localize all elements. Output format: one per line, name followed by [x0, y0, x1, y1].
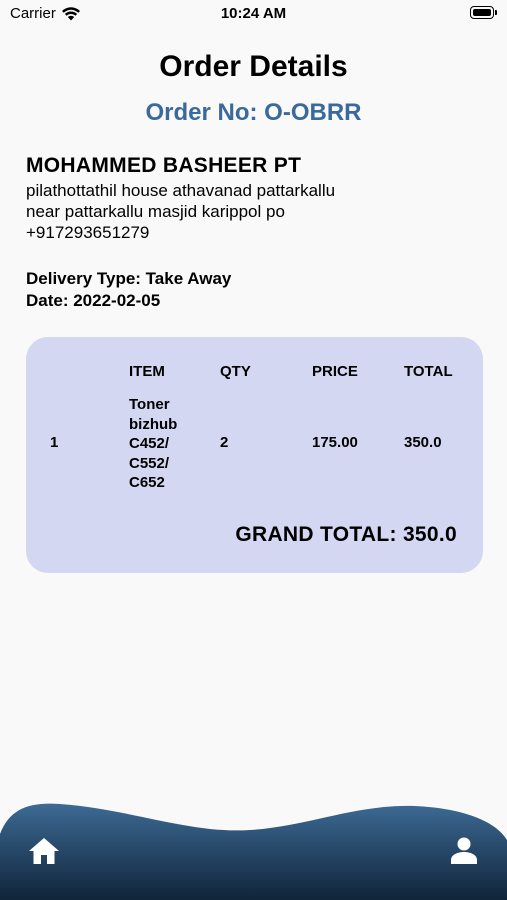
order-date: Date: 2022-02-05 [26, 291, 161, 310]
row-index: 1 [50, 434, 59, 451]
clock: 10:24 AM [220, 5, 287, 22]
battery-icon [470, 6, 494, 19]
customer-name: MOHAMMED BASHEER PT [26, 154, 302, 177]
column-header-qty: QTY [220, 363, 251, 380]
order-items-card: ITEM QTY PRICE TOTAL 1 Toner bizhub C452… [26, 337, 483, 573]
item-name-line: Toner [129, 396, 170, 413]
item-price: 175.00 [312, 434, 358, 451]
item-name-line: bizhub [129, 415, 178, 433]
delivery-type: Delivery Type: Take Away [26, 269, 232, 288]
order-number: Order No: O-OBRR [145, 99, 362, 126]
grand-total: GRAND TOTAL: 350.0 [235, 523, 457, 546]
item-name: Toner bizhub C452/ C552/ C652 [129, 395, 199, 493]
customer-address: pilathottathil house athavanad pattarkal… [26, 180, 426, 243]
item-total: 350.0 [404, 434, 442, 451]
column-header-price: PRICE [312, 363, 358, 380]
status-bar: Carrier 10:24 AM [0, 0, 507, 28]
column-header-item: ITEM [129, 363, 165, 380]
home-icon[interactable] [27, 835, 61, 867]
item-name-line: C652 [129, 474, 165, 491]
nav-wave-background [0, 803, 507, 900]
battery-nub [495, 10, 497, 15]
item-name-line: C452/ [129, 435, 170, 452]
address-line-2: near pattarkallu masjid karippol po [26, 202, 285, 221]
address-line-1: pilathottathil house athavanad pattarkal… [26, 181, 336, 200]
bottom-navigation [0, 800, 507, 900]
page-title: Order Details [159, 50, 348, 83]
person-icon[interactable] [448, 835, 480, 867]
column-header-total: TOTAL [404, 363, 453, 380]
item-qty: 2 [220, 434, 229, 451]
customer-phone: +917293651279 [26, 223, 150, 242]
item-name-line: C552/ [129, 454, 170, 472]
